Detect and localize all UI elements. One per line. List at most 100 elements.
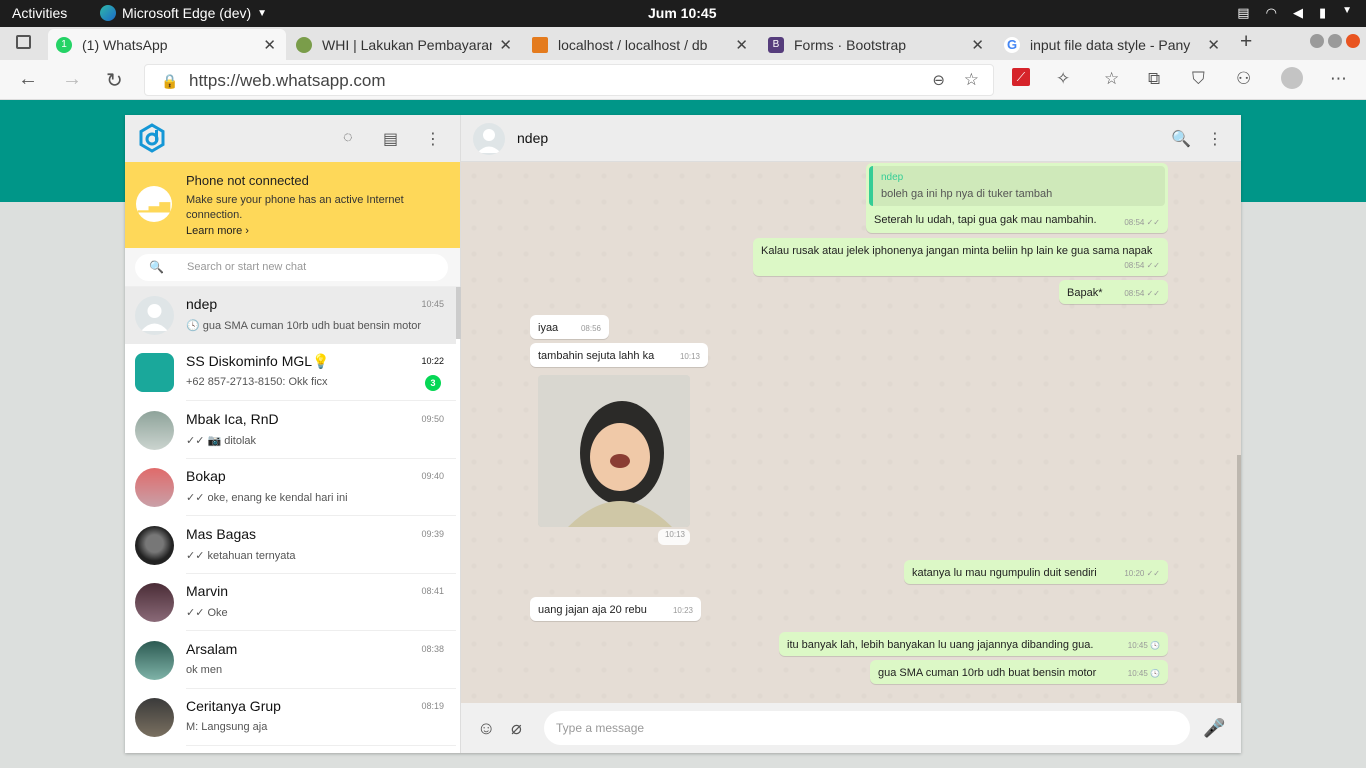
message-bubble[interactable]: Bapak* 08:54 ✓✓ — [1059, 280, 1168, 304]
phone-not-connected-notice: ▁▃▅ Phone not connected Make sure your p… — [125, 162, 460, 248]
collections-icon[interactable]: ⧉ — [1148, 69, 1160, 89]
close-tab-icon[interactable]: ✕ — [263, 36, 276, 54]
tab-bootstrap[interactable]: B Forms · Bootstrap ✕ — [760, 29, 994, 60]
close-window-icon[interactable] — [1346, 34, 1360, 48]
search-bar: 🔍 Search or start new chat — [125, 248, 460, 287]
avatar — [135, 526, 174, 565]
conversation-header[interactable]: ndep 🔍 ⋮ — [461, 115, 1241, 162]
chat-name: Arsalam — [186, 641, 238, 657]
search-placeholder: Search or start new chat — [187, 261, 307, 273]
search-icon[interactable]: 🔍 — [1171, 129, 1191, 149]
chat-time: 08:41 — [421, 586, 444, 596]
edge-icon — [100, 5, 116, 21]
emoji-icon[interactable]: ☺ — [477, 718, 495, 739]
conversation-panel: ndep 🔍 ⋮ ndep boleh ga ini hp nya di tuk… — [461, 115, 1241, 753]
message-bubble[interactable]: gua SMA cuman 10rb udh buat bensin motor… — [870, 660, 1168, 684]
message-bubble[interactable]: tambahin sejuta lahh ka 10:13 — [530, 343, 708, 367]
back-icon[interactable]: ← — [18, 68, 38, 91]
zoom-icon[interactable]: ⊖ — [932, 71, 945, 89]
avatar — [135, 583, 174, 622]
share-icon[interactable]: ⚇ — [1236, 69, 1251, 89]
close-tab-icon[interactable]: ✕ — [971, 36, 984, 54]
message-time: 10:13 — [664, 530, 685, 539]
more-icon[interactable]: ⋯ — [1330, 69, 1347, 89]
menu-icon[interactable]: ⋮ — [1207, 129, 1223, 149]
tab-phpmyadmin[interactable]: localhost / localhost / db ✕ — [524, 29, 758, 60]
image-message[interactable] — [538, 375, 690, 527]
tab-bar: 1 (1) WhatsApp ✕ WHI | Lakukan Pembayara… — [0, 27, 1366, 81]
contact-avatar[interactable] — [473, 123, 505, 155]
tab-whi[interactable]: WHI | Lakukan Pembayaran ✕ — [288, 29, 522, 60]
message-input[interactable]: Type a message — [544, 711, 1190, 745]
new-tab-icon[interactable]: + — [1240, 30, 1252, 54]
message-bubble[interactable]: iyaa 08:56 — [530, 315, 609, 339]
app-name: Microsoft Edge (dev) — [122, 5, 252, 21]
chat-item-mas-bagas[interactable]: Mas Bagas 09:39 ✓✓ ketahuan ternyata — [125, 517, 456, 574]
chat-time: 10:22 — [421, 356, 444, 366]
volume-icon: ◀ — [1292, 5, 1303, 20]
close-tab-icon[interactable]: ✕ — [499, 36, 512, 54]
clock[interactable]: Jum 10:45 — [648, 5, 716, 21]
chat-time: 08:38 — [421, 644, 444, 654]
close-tab-icon[interactable]: ✕ — [735, 36, 748, 54]
chat-last-message: ✓✓ oke, enang ke kendal hari ini — [186, 492, 348, 504]
message-time: 10:13 — [679, 352, 700, 361]
message-bubble[interactable]: Kalau rusak atau jelek iphonenya jangan … — [753, 238, 1168, 276]
microphone-icon[interactable]: 🎤 — [1203, 718, 1225, 739]
message-scrollbar[interactable] — [1237, 455, 1241, 703]
battery-icon: ▮ — [1318, 5, 1327, 20]
profile-logo-icon[interactable] — [137, 123, 167, 153]
message-time: 10:20 ✓✓ — [1124, 569, 1160, 578]
add-favorite-icon[interactable]: ☆ — [964, 70, 979, 90]
quote-author: ndep — [881, 172, 904, 183]
chat-last-message: 🕓 gua SMA cuman 10rb udh buat bensin mot… — [186, 320, 422, 332]
chat-item-mbak-ica[interactable]: Mbak Ica, RnD 09:50 ✓✓ 📷 ditolak — [125, 402, 456, 459]
chat-last-message: +62 857-2713-8150: Okk ficx — [186, 376, 328, 388]
close-tab-icon[interactable]: ✕ — [1207, 36, 1220, 54]
chat-item-arsalam[interactable]: Arsalam 08:38 ok men — [125, 632, 456, 689]
minimize-icon[interactable] — [1310, 34, 1324, 48]
status-icon[interactable]: ◌ — [343, 129, 353, 147]
message-bubble[interactable]: itu banyak lah, lebih banyakan lu uang j… — [779, 632, 1168, 656]
chat-time: 10:45 — [421, 299, 444, 309]
url-field[interactable]: 🔒 https://web.whatsapp.com ⊖ ☆ — [144, 64, 994, 96]
chat-item-marvin[interactable]: Marvin 08:41 ✓✓ Oke — [125, 574, 456, 631]
divider — [186, 400, 456, 401]
contact-name: ndep — [517, 130, 549, 146]
tab-whatsapp[interactable]: 1 (1) WhatsApp ✕ — [48, 29, 286, 60]
chat-name: Marvin — [186, 583, 229, 599]
activities-button[interactable]: Activities — [12, 5, 67, 21]
message-bubble[interactable]: uang jajan aja 20 rebu 10:23 — [530, 597, 701, 621]
attach-icon[interactable]: ⌀ — [511, 718, 522, 739]
shopping-icon[interactable]: ⛉ — [1192, 69, 1205, 89]
quoted-message[interactable]: ndep boleh ga ini hp nya di tuker tambah — [869, 166, 1165, 206]
tab-actions-icon[interactable] — [16, 35, 31, 49]
extensions-puzzle-icon[interactable]: ✧ — [1056, 69, 1070, 89]
menu-icon[interactable]: ⋮ — [425, 129, 441, 149]
maximize-icon[interactable] — [1328, 34, 1342, 48]
notice-title: Phone not connected — [186, 173, 309, 188]
chat-item-ceritanya-grup[interactable]: Ceritanya Grup 08:19 M: Langsung aja — [125, 689, 456, 746]
new-chat-icon[interactable]: ▤ — [383, 129, 398, 149]
chat-name: Bokap — [186, 468, 226, 484]
chat-item-ss-diskominfo[interactable]: SS Diskominfo MGL💡 10:22 +62 857-2713-81… — [125, 344, 456, 401]
system-tray[interactable]: ▤ ◠ ◀ ▮ ▼ — [1237, 5, 1352, 21]
bootstrap-tab-icon: B — [768, 36, 784, 53]
learn-more-link[interactable]: Learn more › — [186, 225, 460, 237]
search-input[interactable]: 🔍 Search or start new chat — [135, 254, 448, 281]
extension-icon[interactable]: ⟋ — [1012, 68, 1030, 86]
tab-google[interactable]: G input file data style - Pany ✕ — [996, 29, 1230, 60]
refresh-icon[interactable]: ↻ — [106, 68, 123, 93]
profile-avatar[interactable] — [1281, 67, 1303, 89]
message-bubble[interactable]: ndep boleh ga ini hp nya di tuker tambah… — [866, 163, 1168, 233]
chat-item-ndep[interactable]: ndep 10:45 🕓 gua SMA cuman 10rb udh buat… — [125, 287, 456, 344]
message-text: gua SMA cuman 10rb udh buat bensin motor — [878, 667, 1097, 679]
forward-icon[interactable]: → — [62, 68, 82, 91]
url-text: https://web.whatsapp.com — [189, 71, 386, 90]
chat-item-bokap[interactable]: Bokap 09:40 ✓✓ oke, enang ke kendal hari… — [125, 459, 456, 516]
message-bubble[interactable]: katanya lu mau ngumpulin duit sendiri 10… — [904, 560, 1168, 584]
keyboard-icon: ▤ — [1237, 5, 1250, 20]
avatar — [135, 296, 174, 335]
favorites-icon[interactable]: ☆ — [1104, 69, 1119, 89]
app-menu[interactable]: Microsoft Edge (dev) ▼ — [100, 5, 267, 21]
